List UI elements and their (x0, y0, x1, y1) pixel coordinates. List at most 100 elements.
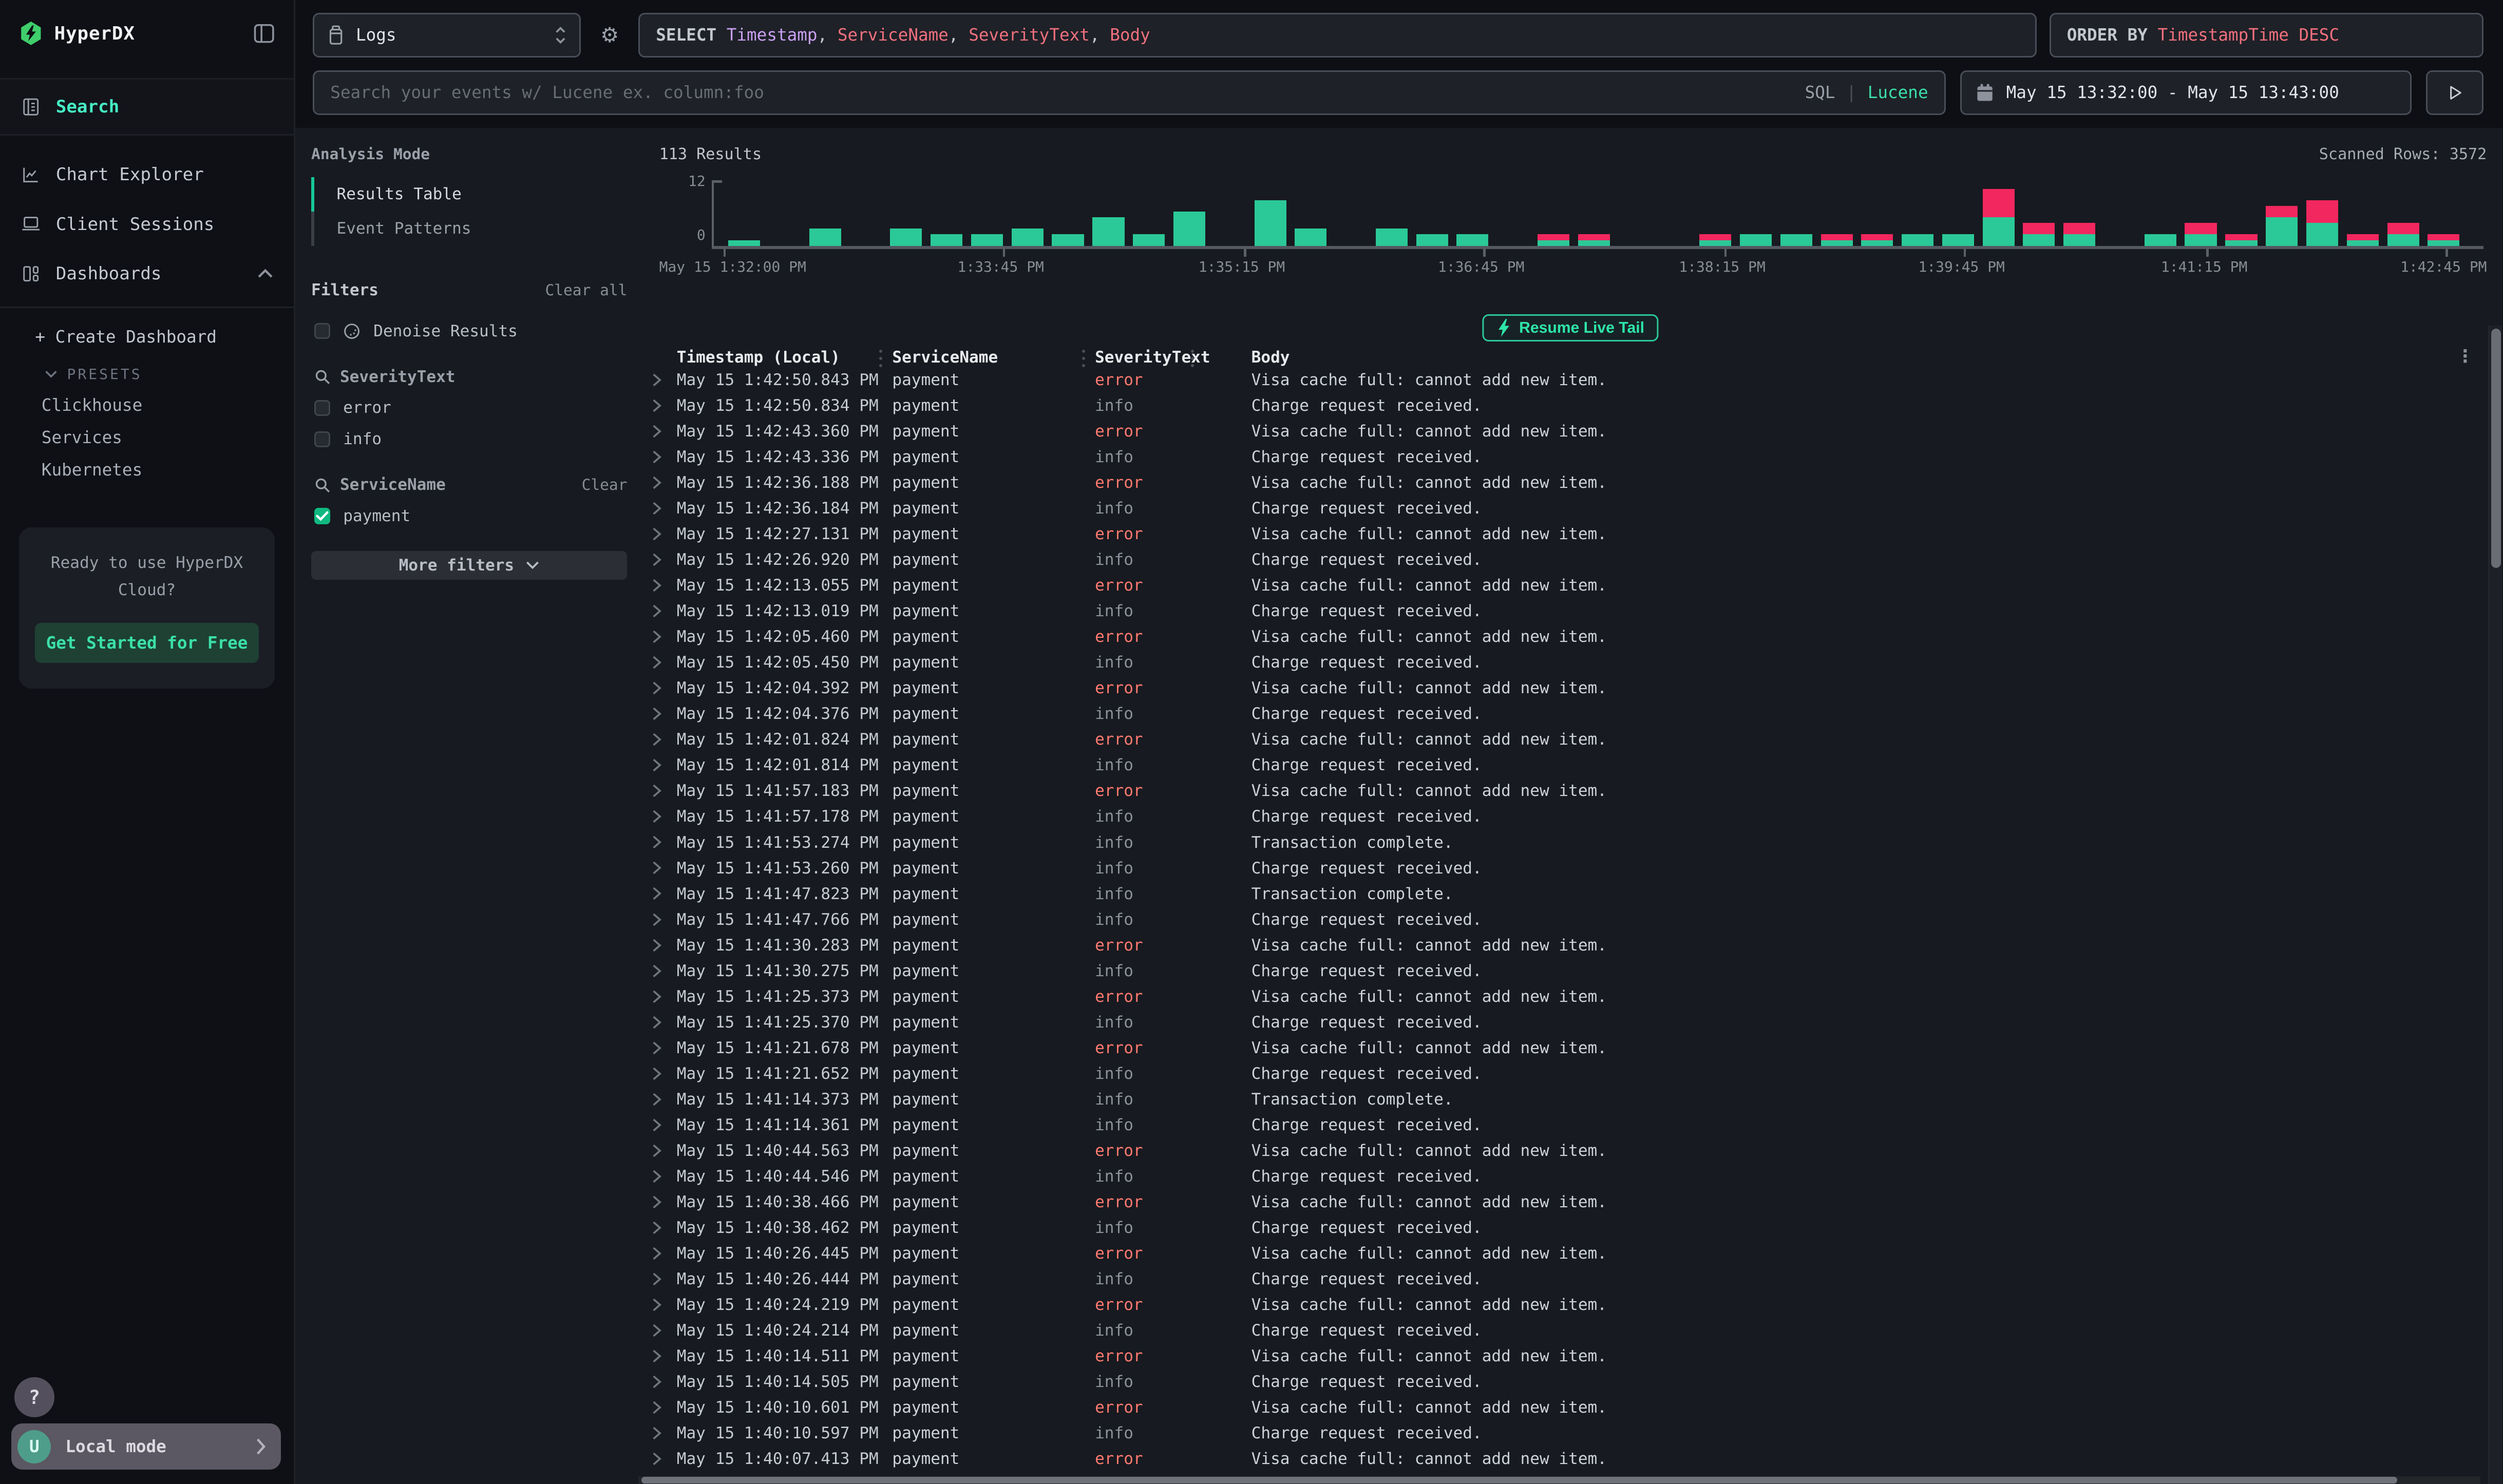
histogram-bar-info[interactable] (1416, 234, 1448, 245)
histogram-bar-info[interactable] (2023, 234, 2055, 245)
histogram-bar-info[interactable] (2306, 223, 2338, 245)
sidebar-preset-item[interactable]: Clickhouse (0, 389, 294, 422)
log-row[interactable]: May 15 1:42:13.055 PMpaymenterrorVisa ca… (638, 573, 2480, 598)
histogram-bar-info[interactable] (1012, 229, 1044, 246)
row-expand-chevron-icon[interactable] (651, 1092, 662, 1107)
log-row[interactable]: May 15 1:40:38.462 PMpaymentinfoCharge r… (638, 1215, 2480, 1241)
help-button[interactable]: ? (14, 1377, 54, 1417)
log-row[interactable]: May 15 1:41:25.370 PMpaymentinfoCharge r… (638, 1010, 2480, 1035)
row-expand-chevron-icon[interactable] (651, 578, 662, 593)
row-expand-chevron-icon[interactable] (651, 630, 662, 644)
row-expand-chevron-icon[interactable] (651, 1452, 662, 1466)
row-expand-chevron-icon[interactable] (651, 373, 662, 387)
histogram-bar-error[interactable] (2266, 206, 2298, 217)
log-row[interactable]: May 15 1:42:50.843 PMpaymenterrorVisa ca… (638, 367, 2480, 393)
col-header-servicename[interactable]: ServiceName (892, 348, 998, 367)
histogram-bar-info[interactable] (1942, 234, 1974, 245)
order-by-input[interactable]: ORDER BY TimestampTime DESC (2050, 13, 2483, 58)
histogram-bar-info[interactable] (890, 229, 922, 246)
histogram-bar-info[interactable] (971, 234, 1003, 245)
histogram-bar-info[interactable] (2428, 240, 2459, 246)
histogram-bar-info[interactable] (1821, 240, 1853, 246)
sidebar-item-dashboards[interactable]: Dashboards (0, 249, 294, 298)
row-expand-chevron-icon[interactable] (651, 681, 662, 695)
histogram-bar-info[interactable] (1780, 234, 1812, 245)
gear-icon[interactable]: ⚙ (594, 23, 625, 47)
log-row[interactable]: May 15 1:40:07.413 PMpaymenterrorVisa ca… (638, 1446, 2480, 1472)
row-expand-chevron-icon[interactable] (651, 990, 662, 1004)
local-mode-button[interactable]: U Local mode (11, 1423, 281, 1470)
histogram-bar-info[interactable] (1173, 212, 1205, 246)
histogram-bar-info[interactable] (931, 234, 962, 245)
histogram-bar-error[interactable] (2387, 223, 2419, 234)
row-expand-chevron-icon[interactable] (651, 861, 662, 875)
column-resize-handle[interactable] (1082, 350, 1085, 367)
sidebar-preset-item[interactable]: Kubernetes (0, 453, 294, 486)
analysis-mode-results-table[interactable]: Results Table (311, 177, 627, 212)
log-row[interactable]: May 15 1:42:50.834 PMpaymentinfoCharge r… (638, 393, 2480, 418)
log-row[interactable]: May 15 1:41:14.361 PMpaymentinfoCharge r… (638, 1112, 2480, 1138)
log-row[interactable]: May 15 1:40:26.445 PMpaymenterrorVisa ca… (638, 1241, 2480, 1266)
collapse-sidebar-icon[interactable] (254, 23, 274, 44)
histogram-bar-info[interactable] (2266, 217, 2298, 246)
row-expand-chevron-icon[interactable] (651, 1375, 662, 1389)
log-row[interactable]: May 15 1:42:27.131 PMpaymenterrorVisa ca… (638, 521, 2480, 547)
histogram-bar-info[interactable] (1133, 234, 1165, 245)
histogram-bar-info[interactable] (1578, 240, 1610, 246)
row-expand-chevron-icon[interactable] (651, 1015, 662, 1030)
log-row[interactable]: May 15 1:41:30.283 PMpaymenterrorVisa ca… (638, 933, 2480, 958)
histogram-bar-error[interactable] (1983, 189, 2015, 218)
mode-lucene[interactable]: Lucene (1868, 83, 1928, 102)
row-expand-chevron-icon[interactable] (651, 553, 662, 567)
histogram-bar-error[interactable] (1699, 234, 1731, 240)
row-expand-chevron-icon[interactable] (651, 1144, 662, 1158)
row-expand-chevron-icon[interactable] (651, 398, 662, 413)
row-expand-chevron-icon[interactable] (651, 835, 662, 849)
sidebar-item-client-sessions[interactable]: Client Sessions (0, 199, 294, 249)
select-clause-input[interactable]: SELECT Timestamp, ServiceName, SeverityT… (638, 13, 2037, 58)
histogram-bar-info[interactable] (2145, 234, 2176, 245)
search-input[interactable] (314, 72, 1944, 113)
log-row[interactable]: May 15 1:41:53.260 PMpaymentinfoCharge r… (638, 855, 2480, 881)
log-row[interactable]: May 15 1:42:36.184 PMpaymentinfoCharge r… (638, 496, 2480, 521)
sidebar-item-search[interactable]: Search (0, 78, 294, 136)
histogram-bar-error[interactable] (1578, 234, 1610, 240)
log-row[interactable]: May 15 1:40:10.597 PMpaymentinfoCharge r… (638, 1420, 2480, 1446)
log-row[interactable]: May 15 1:41:14.373 PMpaymentinfoTransact… (638, 1087, 2480, 1112)
row-expand-chevron-icon[interactable] (651, 424, 662, 439)
col-header-body[interactable]: Body (1251, 348, 1290, 367)
row-expand-chevron-icon[interactable] (651, 886, 662, 901)
histogram-bar-error[interactable] (2185, 223, 2216, 234)
row-expand-chevron-icon[interactable] (651, 784, 662, 798)
log-row[interactable]: May 15 1:41:21.652 PMpaymentinfoCharge r… (638, 1061, 2480, 1087)
vertical-scrollbar[interactable] (2488, 326, 2502, 1484)
row-expand-chevron-icon[interactable] (651, 527, 662, 541)
histogram-bar-info[interactable] (1456, 234, 1488, 245)
denoise-checkbox[interactable] (314, 323, 330, 339)
histogram-bar-info[interactable] (1538, 240, 1569, 246)
row-expand-chevron-icon[interactable] (651, 501, 662, 516)
horizontal-scrollbar-thumb[interactable] (641, 1477, 2397, 1483)
get-started-button[interactable]: Get Started for Free (35, 623, 258, 663)
row-expand-chevron-icon[interactable] (651, 475, 662, 490)
filter-checkbox[interactable] (314, 431, 330, 447)
log-row[interactable]: May 15 1:42:26.920 PMpaymentinfoCharge r… (638, 547, 2480, 573)
log-row[interactable]: May 15 1:41:57.178 PMpaymentinfoCharge r… (638, 804, 2480, 829)
log-row[interactable]: May 15 1:40:10.601 PMpaymenterrorVisa ca… (638, 1395, 2480, 1420)
presets-toggle[interactable]: PRESETS (0, 347, 294, 383)
histogram-bar-info[interactable] (809, 229, 841, 246)
row-expand-chevron-icon[interactable] (651, 655, 662, 670)
log-row[interactable]: May 15 1:42:43.360 PMpaymenterrorVisa ca… (638, 418, 2480, 444)
log-row[interactable]: May 15 1:41:21.678 PMpaymenterrorVisa ca… (638, 1035, 2480, 1061)
row-expand-chevron-icon[interactable] (651, 912, 662, 927)
column-resize-handle[interactable] (879, 350, 882, 367)
chevron-up-icon[interactable] (257, 268, 273, 279)
histogram-bar-info[interactable] (1052, 234, 1084, 245)
filter-group-clear-link[interactable]: Clear (582, 476, 628, 493)
histogram-bar-info[interactable] (2063, 234, 2095, 245)
histogram-bar-info[interactable] (2347, 240, 2379, 246)
row-expand-chevron-icon[interactable] (651, 1221, 662, 1235)
log-row[interactable]: May 15 1:40:24.219 PMpaymenterrorVisa ca… (638, 1292, 2480, 1318)
log-row[interactable]: May 15 1:40:14.511 PMpaymenterrorVisa ca… (638, 1343, 2480, 1369)
histogram-bar-error[interactable] (2023, 223, 2055, 234)
